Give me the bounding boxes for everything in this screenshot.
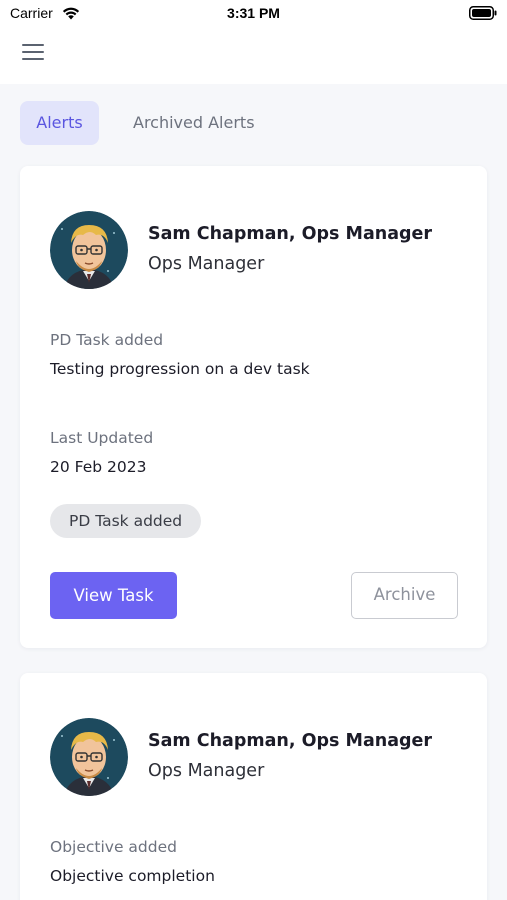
alert-title: Objective completion [50,867,215,885]
alert-card: Sam Chapman, Ops Manager Ops Manager PD … [20,166,487,648]
last-updated-value: 20 Feb 2023 [50,458,147,476]
status-bar: Carrier 3:31 PM [0,0,507,28]
alert-type-tag: PD Task added [50,504,202,538]
last-updated-label: Last Updated [50,429,154,447]
user-name: Sam Chapman, Ops Manager [148,224,433,244]
user-role: Ops Manager [148,761,265,781]
avatar [50,211,128,289]
alert-card: Sam Chapman, Ops Manager Ops Manager Obj… [20,673,487,900]
status-time: 3:31 PM [227,5,280,21]
tab-alerts[interactable]: Alerts [20,101,99,145]
hamburger-menu-icon[interactable] [20,41,46,63]
archive-button[interactable]: Archive [351,572,458,619]
view-task-button[interactable]: View Task [50,572,177,619]
battery-icon [469,6,497,20]
alert-type-label: PD Task added [50,331,164,349]
app-header [0,28,507,84]
user-role: Ops Manager [148,254,265,274]
tab-archived-alerts[interactable]: Archived Alerts [133,101,255,145]
alert-title: Testing progression on a dev task [50,360,310,378]
avatar [50,718,128,796]
alert-type-label: Objective added [50,838,177,856]
user-name: Sam Chapman, Ops Manager [148,731,433,751]
